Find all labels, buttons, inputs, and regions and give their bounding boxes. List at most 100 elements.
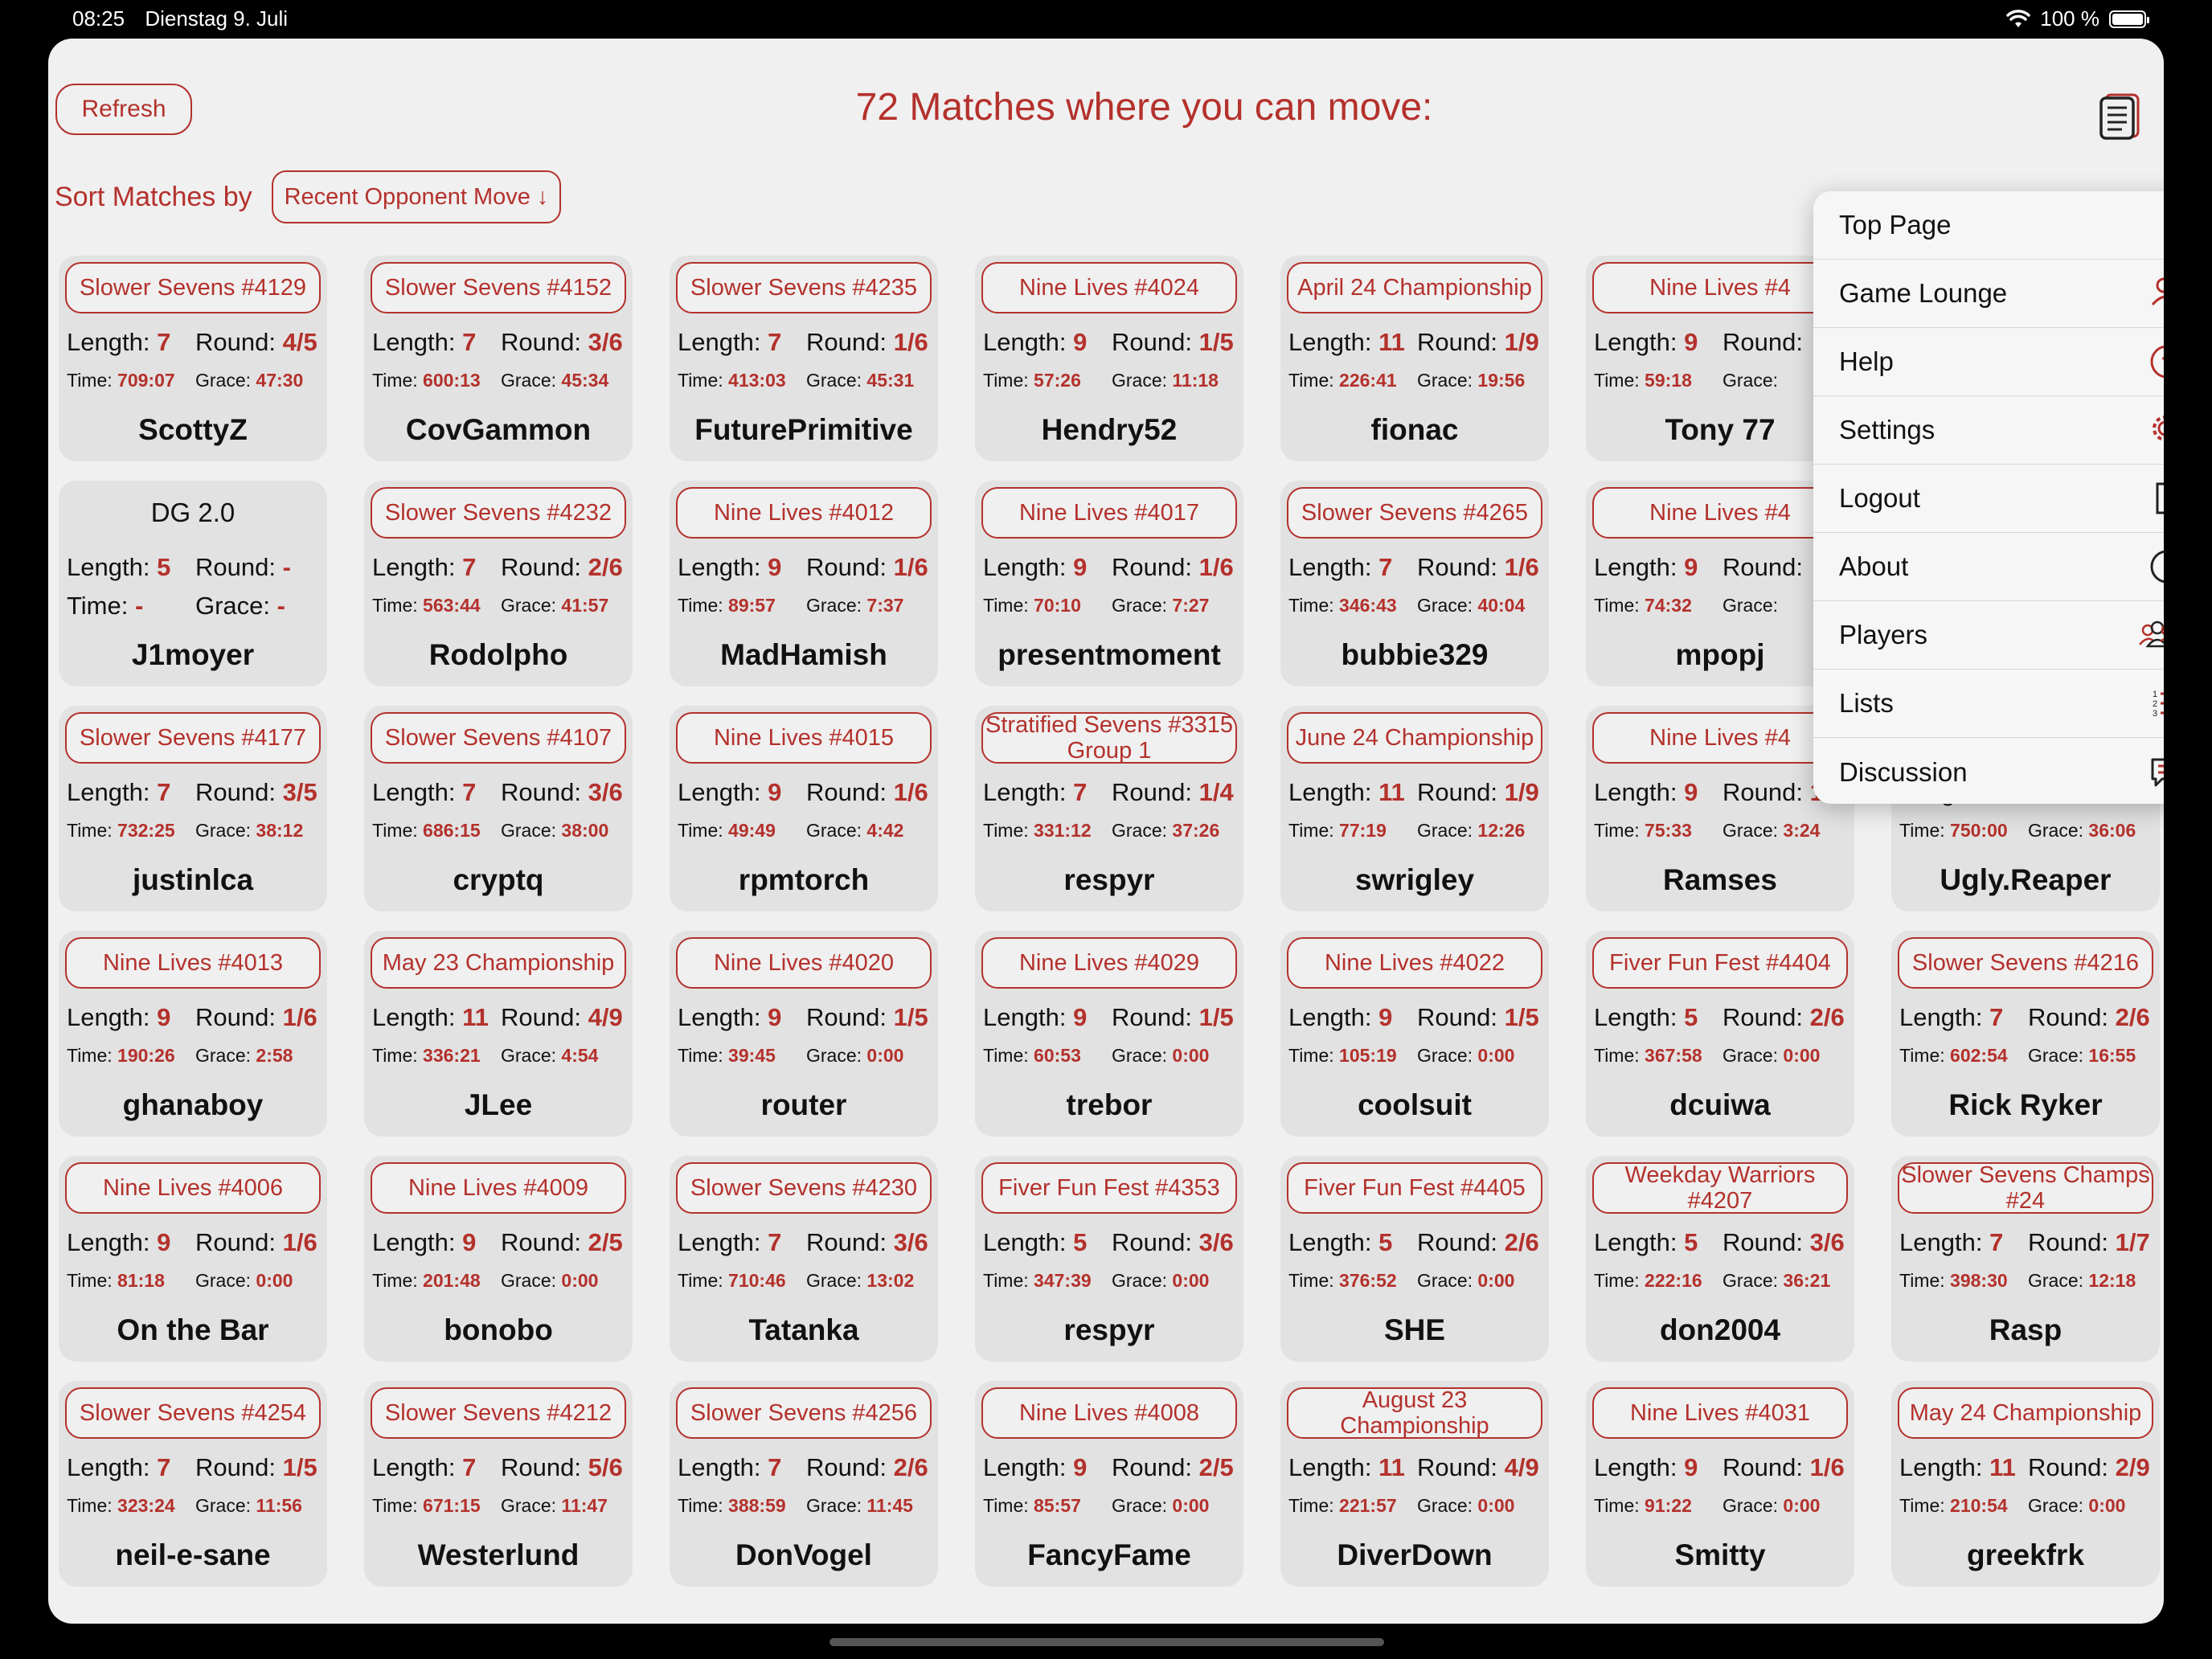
event-badge[interactable]: Nine Lives #4015 — [676, 712, 932, 764]
grace-value: 45:34 — [561, 370, 609, 391]
event-badge[interactable]: Nine Lives #4029 — [981, 937, 1237, 989]
match-card[interactable]: Nine Lives #4013 Length: 9 Round: 1/6 Time:… — [59, 931, 327, 1137]
event-badge[interactable]: Nine Lives #4 — [1592, 487, 1848, 539]
event-badge[interactable]: Slower Sevens #4254 — [65, 1387, 321, 1439]
match-card[interactable]: Nine Lives #4024 Length: 9 Round: 1/5 Time:… — [975, 256, 1243, 461]
menu-item-top-page[interactable]: Top Page — [1813, 191, 2164, 260]
event-badge[interactable]: Nine Lives #4012 — [676, 487, 932, 539]
event-badge[interactable]: Stratified Sevens #3315 Group 1 — [981, 712, 1237, 764]
event-badge[interactable]: Slower Sevens #4232 — [371, 487, 626, 539]
event-badge[interactable]: Slower Sevens #4235 — [676, 262, 932, 313]
event-badge[interactable]: Nine Lives #4031 — [1592, 1387, 1848, 1439]
match-card[interactable]: Weekday Warriors #4207 Length: 5 Round: 3/… — [1586, 1156, 1854, 1362]
event-badge[interactable]: Slower Sevens #4216 — [1898, 937, 2153, 989]
event-badge[interactable]: Nine Lives #4020 — [676, 937, 932, 989]
match-card[interactable]: Slower Sevens #4152 Length: 7 Round: 3/6 Ti… — [364, 256, 633, 461]
match-card[interactable]: Nine Lives #4020 Length: 9 Round: 1/5 Time:… — [670, 931, 938, 1137]
match-card[interactable]: Slower Sevens #4107 Length: 7 Round: 3/6 Ti… — [364, 706, 633, 911]
event-badge[interactable]: Slower Sevens #4212 — [371, 1387, 626, 1439]
event-badge[interactable]: Nine Lives #4006 — [65, 1162, 321, 1214]
event-badge[interactable]: Nine Lives #4022 — [1287, 937, 1542, 989]
round-value: 2/6 — [588, 553, 623, 581]
match-card[interactable]: Fiver Fun Fest #4405 Length: 5 Round: 2/6 T… — [1280, 1156, 1549, 1362]
match-card[interactable]: Nine Lives #4009 Length: 9 Round: 2/5 Time:… — [364, 1156, 633, 1362]
event-badge[interactable]: Fiver Fun Fest #4405 — [1287, 1162, 1542, 1214]
match-card[interactable]: August 23 Championship Length: 11 Round: 4… — [1280, 1381, 1549, 1587]
match-card[interactable]: DG 2.0 Length: 5 Round: - Time: - Grace: - J1… — [59, 481, 327, 686]
match-card[interactable]: Slower Sevens #4254 Length: 7 Round: 1/5 Ti… — [59, 1381, 327, 1587]
event-badge[interactable]: Nine Lives #4 — [1592, 262, 1848, 313]
round-label: Round: — [501, 1003, 581, 1031]
menu-item-settings[interactable]: Settings ? — [1813, 396, 2164, 465]
match-card[interactable]: Slower Sevens #4232 Length: 7 Round: 2/6 Ti… — [364, 481, 633, 686]
match-card[interactable]: Fiver Fun Fest #4353 Length: 5 Round: 3/6 T… — [975, 1156, 1243, 1362]
event-badge[interactable]: Nine Lives #4 — [1592, 712, 1848, 764]
match-card[interactable]: Slower Sevens #4129 Length: 7 Round: 4/5 Ti… — [59, 256, 327, 461]
menu-item-discussion[interactable]: Discussion — [1813, 738, 2164, 804]
match-card[interactable]: April 24 Championship Length: 11 Round: 1/… — [1280, 256, 1549, 461]
event-badge[interactable]: Slower Sevens #4265 — [1287, 487, 1542, 539]
menu-item-players[interactable]: Players — [1813, 601, 2164, 670]
match-card[interactable]: Nine Lives #4015 Length: 9 Round: 1/6 Time:… — [670, 706, 938, 911]
match-card[interactable]: Nine Lives #4031 Length: 9 Round: 1/6 Time:… — [1586, 1381, 1854, 1587]
match-card[interactable]: Slower Sevens #4212 Length: 7 Round: 5/6 Ti… — [364, 1381, 633, 1587]
event-badge[interactable]: Slower Sevens #4152 — [371, 262, 626, 313]
length-value: 11 — [1989, 1453, 2016, 1481]
match-card[interactable]: Stratified Sevens #3315 Group 1 Length: 7… — [975, 706, 1243, 911]
menu-item-lists[interactable]: Lists 1 2 3 — [1813, 670, 2164, 738]
match-card[interactable]: Slower Sevens #4177 Length: 7 Round: 3/5 Ti… — [59, 706, 327, 911]
match-card[interactable]: May 24 Championship Length: 11 Round: 2/9 T… — [1891, 1381, 2160, 1587]
length-round-row: Length: 11 Round: 1/9 — [1288, 778, 1539, 807]
event-badge[interactable]: Nine Lives #4017 — [981, 487, 1237, 539]
match-card[interactable]: Fiver Fun Fest #4404 Length: 5 Round: 2/6 T… — [1586, 931, 1854, 1137]
sort-button[interactable]: Recent Opponent Move ↓ — [272, 170, 561, 223]
menu-item-about[interactable]: About — [1813, 533, 2164, 601]
time-grace-row: Time: 77:19 Grace: 12:26 — [1288, 820, 1525, 842]
round-label: Round: — [195, 778, 276, 806]
match-card[interactable]: Nine Lives #4012 Length: 9 Round: 1/6 Time:… — [670, 481, 938, 686]
grace-value: 0:00 — [2088, 1495, 2126, 1516]
match-card[interactable]: Nine Lives #4022 Length: 9 Round: 1/5 Time:… — [1280, 931, 1549, 1137]
match-card[interactable]: Nine Lives #4017 Length: 9 Round: 1/6 Time:… — [975, 481, 1243, 686]
match-card[interactable]: Slower Sevens #4265 Length: 7 Round: 1/6 Ti… — [1280, 481, 1549, 686]
event-badge[interactable]: Slower Sevens #4256 — [676, 1387, 932, 1439]
match-card[interactable]: Slower Sevens #4256 Length: 7 Round: 2/6 Ti… — [670, 1381, 938, 1587]
event-badge[interactable]: Fiver Fun Fest #4404 — [1592, 937, 1848, 989]
time-value: 671:15 — [423, 1495, 481, 1516]
match-card[interactable]: Slower Sevens #4216 Length: 7 Round: 2/6 Ti… — [1891, 931, 2160, 1137]
event-badge[interactable]: Slower Sevens #4230 — [676, 1162, 932, 1214]
length-value: 7 — [768, 1228, 782, 1256]
time-value: 105:19 — [1339, 1045, 1397, 1066]
event-badge[interactable]: May 24 Championship — [1898, 1387, 2153, 1439]
event-badge[interactable]: Nine Lives #4024 — [981, 262, 1237, 313]
match-card[interactable]: Slower Sevens Champs #24 Length: 7 Round: … — [1891, 1156, 2160, 1362]
match-card[interactable]: May 23 Championship Length: 11 Round: 4/9 T… — [364, 931, 633, 1137]
menu-item-help[interactable]: Help ? — [1813, 328, 2164, 396]
time-label: Time: — [678, 1495, 723, 1516]
event-badge[interactable]: Slower Sevens #4177 — [65, 712, 321, 764]
event-badge[interactable]: Weekday Warriors #4207 — [1592, 1162, 1848, 1214]
match-card[interactable]: June 24 Championship Length: 11 Round: 1/9… — [1280, 706, 1549, 911]
event-badge[interactable]: Nine Lives #4008 — [981, 1387, 1237, 1439]
match-card[interactable]: Slower Sevens #4230 Length: 7 Round: 3/6 Ti… — [670, 1156, 938, 1362]
event-badge[interactable]: Slower Sevens #4129 — [65, 262, 321, 313]
event-badge[interactable]: August 23 Championship — [1287, 1387, 1542, 1439]
menu-item-logout[interactable]: Logout — [1813, 465, 2164, 533]
event-badge[interactable]: May 23 Championship — [371, 937, 626, 989]
menu-item-game-lounge[interactable]: Game Lounge — [1813, 260, 2164, 328]
event-badge[interactable]: April 24 Championship — [1287, 262, 1542, 313]
event-badge[interactable]: Nine Lives #4013 — [65, 937, 321, 989]
event-badge[interactable]: Slower Sevens #4107 — [371, 712, 626, 764]
opponent-name: bonobo — [444, 1313, 553, 1346]
match-card[interactable]: Slower Sevens #4235 Length: 7 Round: 1/6 Ti… — [670, 256, 938, 461]
battery-percent: 100 % — [2040, 6, 2099, 31]
document-menu-icon[interactable] — [2098, 92, 2143, 140]
round-value: 3/6 — [588, 778, 623, 806]
event-badge[interactable]: Slower Sevens Champs #24 — [1898, 1162, 2153, 1214]
match-card[interactable]: Nine Lives #4029 Length: 9 Round: 1/5 Time:… — [975, 931, 1243, 1137]
event-badge[interactable]: Nine Lives #4009 — [371, 1162, 626, 1214]
event-badge[interactable]: Fiver Fun Fest #4353 — [981, 1162, 1237, 1214]
match-card[interactable]: Nine Lives #4006 Length: 9 Round: 1/6 Time:… — [59, 1156, 327, 1362]
event-badge[interactable]: June 24 Championship — [1287, 712, 1542, 764]
match-card[interactable]: Nine Lives #4008 Length: 9 Round: 2/5 Time:… — [975, 1381, 1243, 1587]
